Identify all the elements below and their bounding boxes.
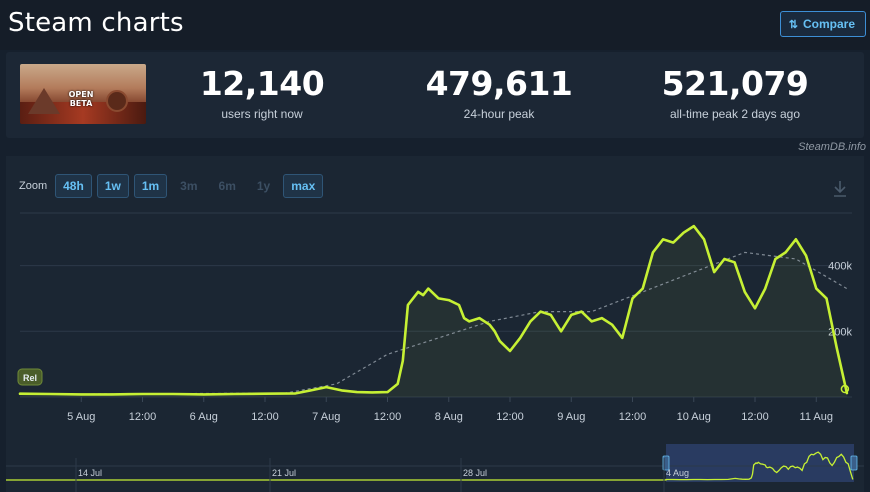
- x-tick-label: 12:00: [741, 411, 769, 423]
- x-tick-label: 11 Aug: [800, 411, 833, 423]
- chart-navigator[interactable]: 14 Jul 21 Jul 28 Jul 4 Aug: [6, 444, 864, 492]
- x-tick-label: 10 Aug: [677, 411, 711, 423]
- x-tick-label: 12:00: [374, 411, 402, 423]
- x-tick-label: 12:00: [251, 411, 279, 423]
- navigator-handle-right: [850, 455, 858, 471]
- y-tick-label: 400k: [828, 261, 852, 273]
- player-count-chart[interactable]: 200k400k5 Aug 12:00 6 Aug 12:00 7 Aug 12:00 8 …: [0, 0, 870, 492]
- navigator-label: 14 Jul: [78, 468, 102, 478]
- navigator-label: 21 Jul: [272, 468, 296, 478]
- x-tick-label: 12:00: [496, 411, 524, 423]
- x-tick-label: 6 Aug: [190, 411, 218, 423]
- x-tick-label: 8 Aug: [435, 411, 463, 423]
- x-tick-label: 7 Aug: [312, 411, 340, 423]
- x-tick-label: 9 Aug: [557, 411, 585, 423]
- navigator-label: 28 Jul: [463, 468, 487, 478]
- navigator-label: 4 Aug: [666, 468, 689, 478]
- x-tick-label: 12:00: [619, 411, 647, 423]
- x-tick-label: 5 Aug: [67, 411, 95, 423]
- release-flag-label: Rel: [23, 373, 37, 383]
- x-tick-label: 12:00: [129, 411, 157, 423]
- release-flag: Rel: [17, 368, 43, 386]
- series-area: [20, 226, 847, 397]
